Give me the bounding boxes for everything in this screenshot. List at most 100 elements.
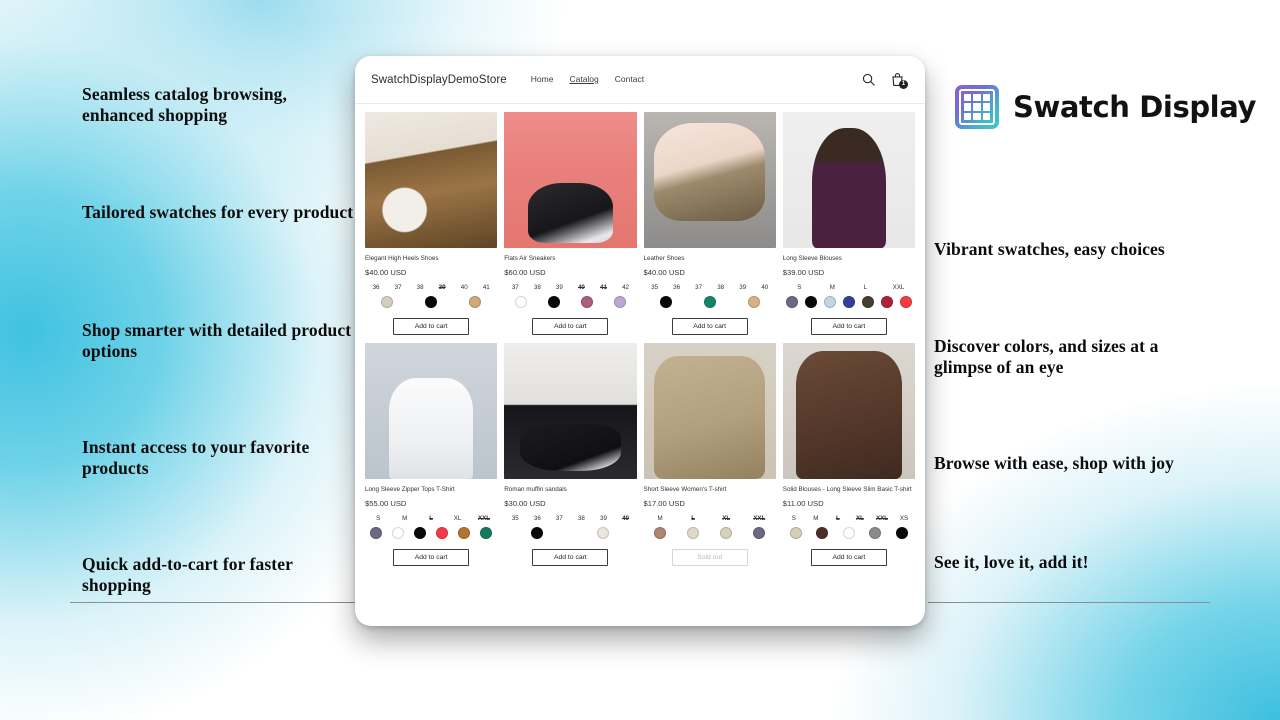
color-swatch[interactable] xyxy=(753,526,766,539)
color-swatch[interactable] xyxy=(842,526,855,539)
color-swatch[interactable] xyxy=(580,295,593,308)
size-option[interactable]: XL xyxy=(849,515,871,522)
product-image[interactable] xyxy=(782,112,915,248)
product-image[interactable] xyxy=(504,112,637,248)
nav-link-contact[interactable]: Contact xyxy=(615,74,644,85)
product-title[interactable]: Long Sleeve Zipper Tops T-Shirt xyxy=(365,486,497,494)
product-image[interactable] xyxy=(365,342,498,479)
color-swatch[interactable] xyxy=(414,526,427,539)
color-swatch[interactable] xyxy=(842,295,855,308)
color-swatch[interactable] xyxy=(880,295,893,308)
size-option[interactable]: XXL xyxy=(882,284,915,291)
size-option[interactable]: L xyxy=(849,284,882,291)
color-swatch[interactable] xyxy=(480,526,493,539)
color-swatch[interactable] xyxy=(720,526,733,539)
size-option[interactable]: 36 xyxy=(526,515,548,522)
color-swatch[interactable] xyxy=(895,526,908,539)
product-image[interactable] xyxy=(643,342,776,479)
color-swatch[interactable] xyxy=(514,295,527,308)
size-option[interactable]: 41 xyxy=(592,284,614,291)
color-swatch[interactable] xyxy=(597,526,610,539)
size-option[interactable]: 40 xyxy=(453,284,475,291)
size-option[interactable]: 37 xyxy=(387,284,409,291)
size-option[interactable]: S xyxy=(783,515,805,522)
size-option[interactable]: 42 xyxy=(614,284,636,291)
size-option[interactable]: 36 xyxy=(666,284,688,291)
product-image[interactable] xyxy=(365,112,498,248)
color-swatch[interactable] xyxy=(659,295,672,308)
product-image[interactable] xyxy=(782,342,915,479)
color-swatch[interactable] xyxy=(469,295,482,308)
size-option[interactable]: 38 xyxy=(570,515,592,522)
color-swatch[interactable] xyxy=(370,526,383,539)
color-swatch[interactable] xyxy=(458,526,471,539)
size-option[interactable]: 40 xyxy=(570,284,592,291)
size-option[interactable]: L xyxy=(827,515,849,522)
size-option[interactable]: 38 xyxy=(409,284,431,291)
shopping-bag-icon[interactable]: 1 xyxy=(890,72,908,89)
size-option[interactable]: M xyxy=(805,515,827,522)
color-swatch[interactable] xyxy=(899,295,912,308)
add-to-cart-button[interactable]: Add to cart xyxy=(671,317,748,335)
color-swatch[interactable] xyxy=(531,526,544,539)
search-icon[interactable] xyxy=(861,72,876,87)
size-option[interactable]: L xyxy=(677,515,710,522)
size-option[interactable]: 39 xyxy=(592,515,614,522)
add-to-cart-button[interactable]: Add to cart xyxy=(810,548,887,566)
nav-link-home[interactable]: Home xyxy=(531,74,554,85)
add-to-cart-button[interactable]: Add to cart xyxy=(532,548,609,566)
size-option[interactable]: 35 xyxy=(644,284,666,291)
size-option[interactable]: L xyxy=(418,515,444,522)
size-option[interactable]: XL xyxy=(710,515,743,522)
add-to-cart-button[interactable]: Add to cart xyxy=(532,317,609,335)
color-swatch[interactable] xyxy=(654,526,667,539)
color-swatch[interactable] xyxy=(823,295,836,308)
size-option[interactable]: 39 xyxy=(548,284,570,291)
size-option[interactable]: 40 xyxy=(614,515,636,522)
color-swatch[interactable] xyxy=(425,295,438,308)
size-option[interactable]: 39 xyxy=(732,284,754,291)
color-swatch[interactable] xyxy=(547,295,560,308)
size-option[interactable]: 39 xyxy=(431,284,453,291)
product-title[interactable]: Long Sleeve Blouses xyxy=(783,255,915,263)
color-swatch[interactable] xyxy=(703,295,716,308)
product-title[interactable]: Solid Blouses - Long Sleeve Slim Basic T… xyxy=(783,486,915,494)
product-image[interactable] xyxy=(504,342,637,479)
size-option[interactable]: M xyxy=(816,284,849,291)
size-option[interactable]: M xyxy=(391,515,417,522)
product-title[interactable]: Roman muffin sandals xyxy=(504,486,636,494)
add-to-cart-button[interactable]: Add to cart xyxy=(393,317,470,335)
size-option[interactable]: M xyxy=(644,515,677,522)
color-swatch[interactable] xyxy=(786,295,799,308)
product-image[interactable] xyxy=(643,112,776,248)
product-title[interactable]: Elegant High Heels Shoes xyxy=(365,255,497,263)
color-swatch[interactable] xyxy=(392,526,405,539)
size-option[interactable]: XXL xyxy=(743,515,776,522)
color-swatch[interactable] xyxy=(816,526,829,539)
size-option[interactable]: XL xyxy=(444,515,470,522)
color-swatch[interactable] xyxy=(869,526,882,539)
size-option[interactable]: 41 xyxy=(475,284,497,291)
color-swatch[interactable] xyxy=(613,295,626,308)
nav-link-catalog[interactable]: Catalog xyxy=(569,74,598,85)
color-swatch[interactable] xyxy=(436,526,449,539)
size-option[interactable]: 37 xyxy=(504,284,526,291)
color-swatch[interactable] xyxy=(805,295,818,308)
size-option[interactable]: S xyxy=(783,284,816,291)
product-title[interactable]: Short Sleeve Women's T-shirt xyxy=(644,486,776,494)
color-swatch[interactable] xyxy=(789,526,802,539)
add-to-cart-button[interactable]: Add to cart xyxy=(810,317,887,335)
store-logo[interactable]: SwatchDisplayDemoStore xyxy=(371,74,507,86)
product-title[interactable]: Leather Shoes xyxy=(644,255,776,263)
size-option[interactable]: 37 xyxy=(688,284,710,291)
size-option[interactable]: S xyxy=(365,515,391,522)
size-option[interactable]: XXL xyxy=(871,515,893,522)
add-to-cart-button[interactable]: Add to cart xyxy=(393,548,470,566)
size-option[interactable]: XXL xyxy=(471,515,497,522)
size-option[interactable]: 38 xyxy=(710,284,732,291)
color-swatch[interactable] xyxy=(747,295,760,308)
product-title[interactable]: Flats Air Sneakers xyxy=(504,255,636,263)
size-option[interactable]: 36 xyxy=(365,284,387,291)
color-swatch[interactable] xyxy=(381,295,394,308)
color-swatch[interactable] xyxy=(861,295,874,308)
